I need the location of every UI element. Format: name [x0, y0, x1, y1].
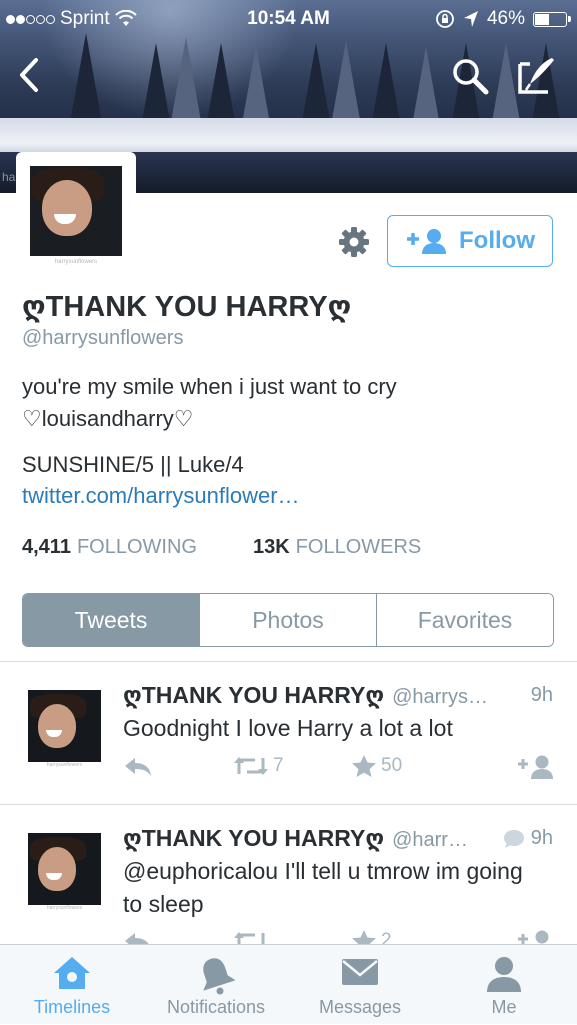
tabbar-label: Notifications: [166, 997, 266, 1017]
home-icon: [54, 957, 90, 989]
profile-bio: you're my smile when i just want to cry …: [22, 374, 397, 431]
search-icon[interactable]: [450, 56, 490, 96]
status-bar: Sprint 10:54 AM 46%: [0, 0, 577, 38]
tweet-item[interactable]: harrysunflowers ღTHANK YOU HARRYღ @harr……: [0, 805, 577, 954]
tweet-item[interactable]: harrysunflowers ღTHANK YOU HARRYღ @harry…: [0, 662, 577, 806]
tweet-actions: 7 50: [123, 754, 555, 782]
tweet-avatar[interactable]: [28, 690, 101, 762]
tweet-timestamp: 9h: [503, 827, 553, 850]
person-icon: [487, 957, 521, 992]
followers-stat[interactable]: 13K FOLLOWERS: [253, 536, 421, 559]
battery-icon: [533, 11, 571, 27]
following-stat[interactable]: 4,411 FOLLOWING: [22, 536, 197, 559]
add-user-icon[interactable]: [517, 754, 555, 780]
location-arrow-icon: [463, 11, 478, 27]
follow-button[interactable]: Follow: [387, 215, 553, 267]
tabbar-timelines[interactable]: Timelines: [0, 945, 144, 1025]
favorite-action[interactable]: 50: [351, 754, 402, 778]
retweet-count: 7: [273, 755, 284, 776]
followers-count: 13K: [252, 536, 290, 558]
tab-tweets[interactable]: Tweets: [23, 594, 199, 646]
profile-tabs: Tweets Photos Favorites: [22, 593, 554, 647]
tabbar-label: Messages: [318, 997, 402, 1017]
favorite-count: 50: [381, 755, 403, 776]
bottom-tab-bar: Timelines Notifications Messages Me: [0, 944, 577, 1024]
add-user-icon: [407, 229, 446, 254]
gear-icon[interactable]: [338, 226, 370, 258]
tweet-avatar[interactable]: [28, 833, 101, 905]
envelope-icon: [342, 959, 378, 985]
retweet-icon: [234, 757, 268, 775]
tab-photos[interactable]: Photos: [199, 594, 376, 646]
tweet-time: 9h: [530, 827, 553, 849]
tweet-author-name: ღTHANK YOU HARRYღ: [123, 682, 385, 708]
battery-percent: 46%: [486, 8, 525, 29]
tweet-author-name: ღTHANK YOU HARRYღ: [123, 825, 385, 851]
retweet-action[interactable]: 7: [233, 754, 284, 778]
tweet-author-handle: @harr…: [392, 829, 468, 851]
banner-overlay-text: ha: [2, 170, 16, 184]
follow-label: Follow: [459, 227, 535, 254]
tabbar-me[interactable]: Me: [432, 945, 576, 1025]
avatar[interactable]: [30, 166, 122, 256]
profile-handle: @harrysunflowers: [22, 327, 184, 349]
profile-stats: 4,411 FOLLOWING 13K FOLLOWERS: [22, 536, 421, 559]
tweet-timestamp: 9h: [531, 684, 553, 707]
following-label: FOLLOWING: [76, 536, 197, 558]
tweet-text: Goodnight I love Harry a lot a lot: [123, 715, 453, 741]
tabbar-label: Me: [491, 997, 517, 1017]
tweet-avatar-caption: harrysunflowers: [46, 762, 83, 768]
compose-icon[interactable]: [516, 54, 558, 96]
following-count: 4,411: [22, 536, 71, 558]
tweet-text: @euphoricalou I'll tell u tmrow im going…: [123, 858, 523, 917]
tweet-author-handle: @harrys…: [392, 686, 488, 708]
tabbar-notifications[interactable]: Notifications: [144, 945, 288, 1025]
rotation-lock-icon: [436, 10, 454, 28]
profile-location: SUNSHINE/5 || Luke/4: [22, 452, 244, 477]
tabbar-messages[interactable]: Messages: [288, 945, 432, 1025]
bell-icon: [203, 958, 236, 995]
followers-label: FOLLOWERS: [295, 536, 422, 558]
chevron-left-icon[interactable]: [14, 56, 48, 94]
tweet-time: 9h: [530, 684, 553, 706]
tabbar-label: Timelines: [33, 997, 111, 1017]
reply-icon[interactable]: [123, 754, 153, 778]
tweet-avatar-caption: harrysunflowers: [46, 905, 83, 911]
profile-url-link[interactable]: twitter.com/harrysunflower…: [22, 483, 300, 509]
profile-name: ღTHANK YOU HARRYღ: [22, 291, 352, 323]
reply-bubble-icon: [503, 829, 524, 848]
star-icon: [352, 755, 376, 777]
avatar-caption: harrysunflowers: [54, 259, 98, 265]
tab-favorites[interactable]: Favorites: [376, 594, 553, 646]
